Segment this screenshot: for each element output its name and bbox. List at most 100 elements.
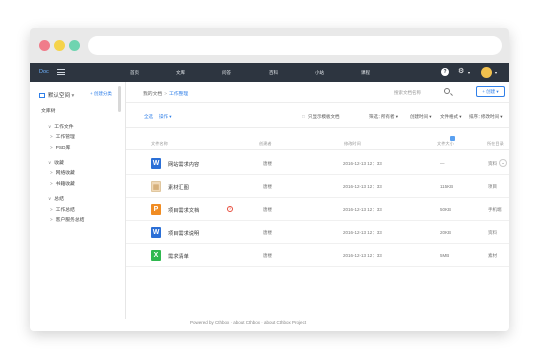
cell-modified: 2016-12-13 12：33	[343, 253, 382, 258]
created-time-filter[interactable]: 创建时间 ▾	[410, 114, 432, 120]
nav-item-qa[interactable]: 问答	[222, 70, 231, 76]
tree-item-label: 工作文件	[54, 125, 74, 130]
tree-item[interactable]: > 工作管理	[50, 133, 75, 140]
breadcrumb-item[interactable]: 我的文档	[143, 92, 162, 97]
cell-creator: 唐楼	[263, 230, 272, 235]
sort-dropdown[interactable]: 修改时间 ▾	[481, 114, 503, 120]
cell-dir: 手机端	[488, 207, 502, 212]
chevron-right-icon[interactable]: >	[50, 181, 53, 186]
sort-icon[interactable]	[450, 136, 455, 141]
warning-icon[interactable]: ?	[227, 206, 233, 212]
file-type-icon: P	[151, 204, 161, 215]
tree-item[interactable]: 文库树	[41, 107, 55, 114]
file-type-icon: ▦	[151, 181, 161, 192]
cell-size: —	[440, 161, 445, 166]
chevron-right-icon[interactable]: >	[50, 145, 53, 150]
tree-item[interactable]: ∨ 工作文件	[48, 123, 74, 130]
tree-item-label: 网络收藏	[55, 171, 75, 176]
search-icon[interactable]	[444, 88, 450, 94]
create-category-button[interactable]: + 创建分类	[90, 91, 112, 97]
menu-icon[interactable]	[57, 69, 65, 75]
table-row[interactable]: W 项目需求说明 唐楼 2016-12-13 12：33 20KB 资料	[126, 221, 509, 244]
cell-creator: 唐楼	[263, 161, 272, 166]
sidebar-scrollbar[interactable]	[118, 86, 121, 112]
tree-item[interactable]: ∨ 总结	[48, 195, 64, 202]
owner-filter[interactable]: 所有者 ▾	[381, 114, 398, 120]
tree-item[interactable]: > PSD库	[50, 144, 70, 151]
cell-creator: 唐楼	[263, 253, 272, 258]
tree-item[interactable]: > 客户服务总结	[50, 216, 84, 223]
chevron-right-icon[interactable]: >	[50, 207, 53, 212]
space-label: 默认空间	[48, 93, 71, 99]
tree-item[interactable]: > 网络收藏	[50, 169, 75, 176]
divider	[126, 127, 509, 128]
only-template-toggle[interactable]: 只显示模板文档	[308, 114, 340, 120]
file-name[interactable]: 项目需求文档	[168, 207, 199, 214]
nav-item-site[interactable]: 小站	[315, 70, 324, 76]
table-row[interactable]: W 网站需求内容 唐楼 2016-12-13 12：33 — 资料 ⌄	[126, 152, 509, 175]
column-header-creator[interactable]: 创建者	[259, 141, 272, 147]
divider	[126, 102, 509, 103]
file-name[interactable]: 素材汇图	[168, 184, 189, 191]
select-all-button[interactable]: 全选	[144, 114, 153, 120]
maximize-window-button[interactable]	[69, 40, 80, 51]
search-input[interactable]: 搜索文档名称	[394, 90, 421, 96]
file-name[interactable]: 项目需求说明	[168, 230, 199, 237]
column-header-name[interactable]: 文件名称	[151, 141, 168, 147]
table-row[interactable]: P 项目需求文档? 唐楼 2016-12-13 12：33 50KB 手机端	[126, 198, 509, 221]
nav-item-home[interactable]: 首页	[130, 70, 139, 76]
nav-item-course[interactable]: 课程	[361, 70, 370, 76]
footer: Powered by Cthbox · about Cthbox · about…	[30, 319, 509, 331]
tree-item[interactable]: ∨ 收藏	[48, 159, 64, 166]
column-header-modified[interactable]: 修改时间	[344, 141, 361, 147]
tree-item-label: 工作管理	[55, 135, 75, 140]
chevron-down-icon[interactable]: ∨	[48, 196, 51, 201]
column-header-size[interactable]: 文件大小	[437, 141, 454, 147]
create-button[interactable]: + 创建 ▾	[476, 86, 505, 97]
table-row[interactable]: X 需求清单 唐楼 2016-12-13 12：33 5MB 素材	[126, 244, 509, 267]
chevron-right-icon[interactable]: >	[50, 217, 53, 222]
tree-item[interactable]: > 工作总结	[50, 206, 75, 213]
file-format-filter[interactable]: 文件格式 ▾	[440, 114, 462, 120]
tree-item[interactable]: > 书籍收藏	[50, 180, 75, 187]
chevron-right-icon[interactable]: >	[50, 170, 53, 175]
breadcrumb-item[interactable]: 工作整理	[169, 92, 188, 97]
footer-text: Powered by Cthbox · about Cthbox · about…	[190, 320, 307, 325]
cell-dir: 资料	[488, 161, 497, 166]
cell-modified: 2016-12-13 12：33	[343, 230, 382, 235]
app-logo[interactable]: Doc	[39, 69, 49, 75]
chevron-down-icon[interactable]: ▾	[468, 70, 470, 75]
file-name[interactable]: 需求清单	[168, 253, 189, 260]
chevron-down-icon: ▾	[71, 93, 75, 99]
file-name[interactable]: 网站需求内容	[168, 161, 199, 168]
breadcrumb: 我的文档 > 工作整理	[143, 90, 188, 97]
nav-item-wiki[interactable]: 百科	[269, 70, 278, 76]
close-window-button[interactable]	[39, 40, 50, 51]
tree-item-label: 收藏	[54, 161, 64, 166]
column-header-directory[interactable]: 所在目录	[487, 141, 504, 147]
cell-dir: 项目	[488, 184, 497, 189]
avatar[interactable]	[481, 67, 492, 78]
chevron-down-icon[interactable]: ▾	[495, 70, 497, 75]
chevron-down-icon[interactable]: ∨	[48, 124, 51, 129]
sidebar: 默认空间 ▾ + 创建分类 文库树 ∨ 工作文件 > 工作管理 > PSD库 ∨ 收藏 > 网络收藏…	[30, 82, 126, 319]
row-expand-icon[interactable]: ⌄	[499, 159, 507, 167]
chevron-down-icon[interactable]: ∨	[48, 160, 51, 165]
cell-size: 5MB	[440, 253, 450, 258]
table-row[interactable]: ▦ 素材汇图 唐楼 2016-12-13 12：33 115KB 项目	[126, 175, 509, 198]
tree-item-label: 书籍收藏	[55, 182, 75, 187]
checkbox-icon[interactable]: □	[302, 114, 305, 119]
gear-icon[interactable]: ⚙	[458, 67, 464, 75]
cell-dir: 素材	[488, 253, 497, 258]
operations-dropdown[interactable]: 操作 ▾	[159, 114, 172, 120]
main-content: 我的文档 > 工作整理 搜索文档名称 + 创建 ▾ 全选 操作 ▾ □ 只显示模板文…	[126, 82, 509, 319]
space-icon	[39, 93, 45, 99]
space-selector[interactable]: 默认空间 ▾	[39, 91, 74, 99]
chevron-right-icon[interactable]: >	[50, 134, 53, 139]
minimize-window-button[interactable]	[54, 40, 65, 51]
browser-window: Doc 首页 文库 问答 百科 小站 课程 ? ⚙ ▾ ▾ 默认空间 ▾ + 创…	[30, 28, 509, 331]
address-bar[interactable]	[88, 36, 502, 55]
top-navbar: Doc 首页 文库 问答 百科 小站 课程 ? ⚙ ▾ ▾	[30, 63, 509, 82]
nav-item-library[interactable]: 文库	[176, 70, 185, 76]
help-icon[interactable]: ?	[441, 68, 449, 76]
